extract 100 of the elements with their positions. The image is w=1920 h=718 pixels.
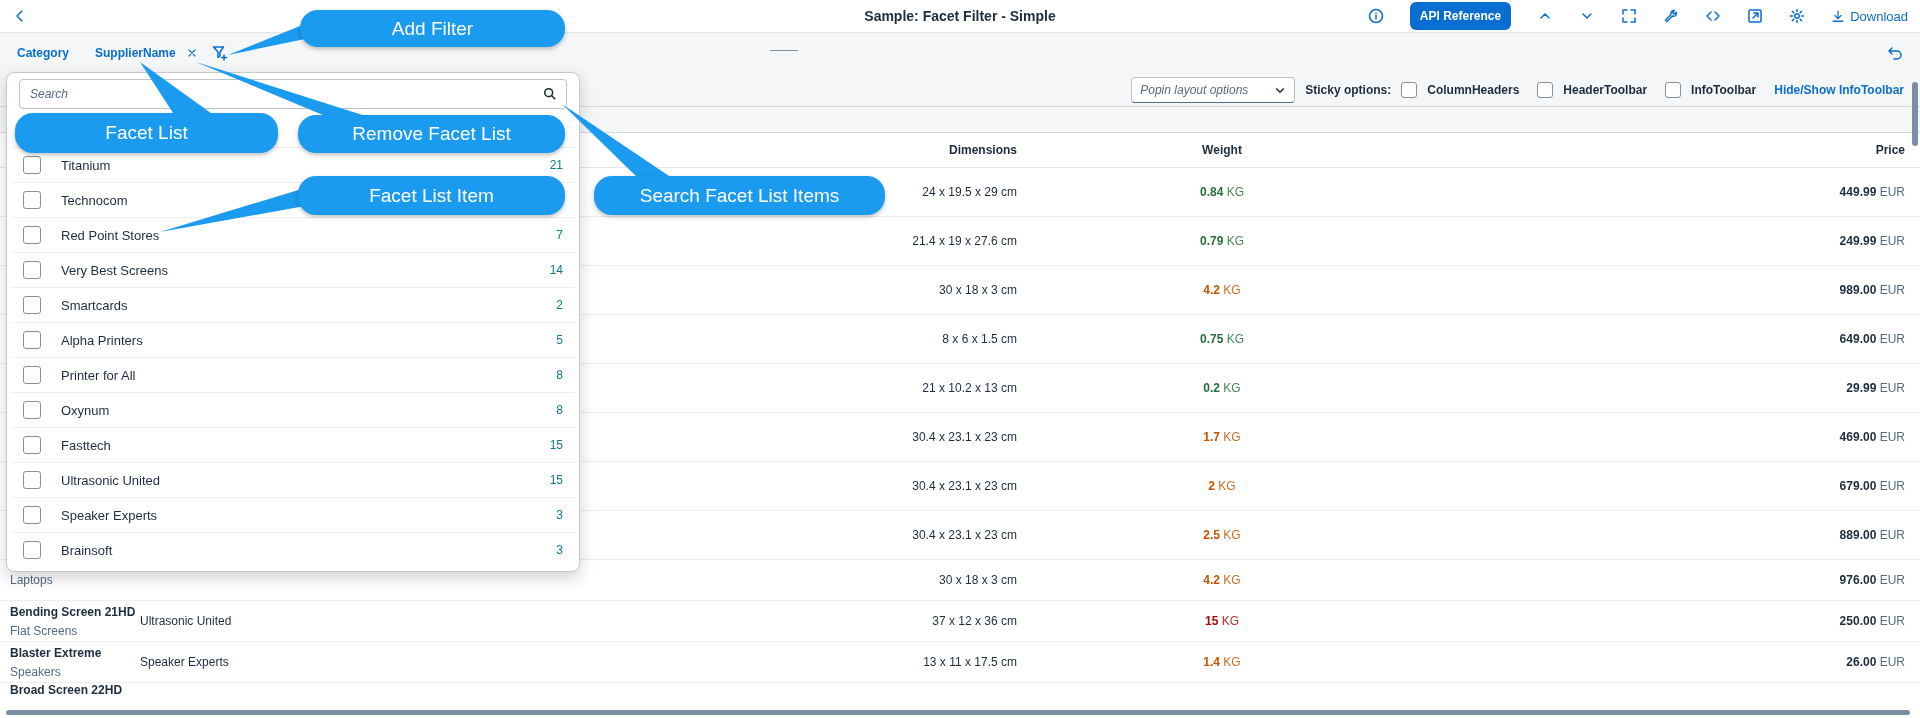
wrench-icon[interactable] [1663, 8, 1680, 24]
open-in-window-icon[interactable] [1747, 8, 1764, 24]
dimensions-cell: 30.4 x 23.1 x 23 cm [912, 430, 1017, 444]
search-field[interactable]: Search [19, 79, 567, 109]
facet-item-count: 8 [556, 403, 563, 417]
dimensions-cell: 30.4 x 23.1 x 23 cm [912, 528, 1017, 542]
price-cell: 469.00 EUR [1839, 430, 1905, 444]
product-category: Speakers [10, 664, 62, 679]
supplier-name: Speaker Experts [140, 655, 229, 669]
checkbox[interactable] [23, 401, 41, 419]
checkbox-label: InfoToolbar [1691, 82, 1757, 97]
callout: Search Facet List Items [594, 176, 885, 215]
checkbox[interactable] [23, 366, 41, 384]
dimensions-cell: 13 x 11 x 17.5 cm [923, 655, 1017, 669]
facet-item-count: 7 [556, 228, 563, 242]
price-cell: 249.99 EUR [1839, 234, 1905, 248]
vertical-scrollbar[interactable] [1912, 82, 1918, 146]
page-title: Sample: Facet Filter - Simple [864, 8, 1056, 24]
dimensions-cell: 30.4 x 23.1 x 23 cm [912, 479, 1017, 493]
facet-item-count: 15 [549, 473, 563, 487]
price-cell: 250.00 EUR [1839, 614, 1905, 628]
facet-item-label: Red Point Stores [61, 227, 160, 243]
dimensions-cell: 30 x 18 x 3 cm [938, 573, 1017, 587]
facet-item-count: 21 [549, 158, 563, 172]
checkbox[interactable] [23, 541, 41, 559]
info-icon[interactable] [1367, 8, 1384, 24]
facet-item-label: Brainsoft [61, 542, 113, 558]
weight-cell: 0.84 KG [1199, 185, 1244, 199]
weight-cell: 4.2 KG [1203, 283, 1241, 297]
product-category: Laptops [10, 573, 54, 587]
checkbox[interactable] [23, 261, 41, 279]
price-cell: 649.00 EUR [1839, 332, 1905, 346]
checkbox[interactable] [23, 471, 41, 489]
checkbox[interactable] [23, 191, 41, 209]
price-cell: 679.00 EUR [1839, 479, 1905, 493]
product-name: Bending Screen 21HD [10, 604, 137, 619]
hide-show-infotoolbar-link[interactable]: Hide/Show InfoToolbar [1774, 82, 1904, 97]
dimensions-cell: 37 x 12 x 36 cm [932, 614, 1017, 628]
checkbox[interactable] [23, 226, 41, 244]
weight-cell: 4.2 KG [1203, 573, 1241, 587]
supplier-name: Ultrasonic United [140, 614, 232, 628]
checkbox[interactable] [23, 506, 41, 524]
checkbox[interactable] [23, 331, 41, 349]
facet-item-count: 14 [549, 263, 563, 277]
facet-item-count: 8 [556, 368, 563, 382]
facet-item-label: Smartcards [61, 297, 128, 313]
add-filter-icon[interactable] [211, 45, 228, 61]
facet-item-label: Alpha Printers [61, 332, 143, 348]
weight-cell: 0.2 KG [1203, 381, 1241, 395]
checkbox[interactable] [1401, 81, 1418, 98]
facet-button[interactable]: Category [17, 46, 69, 60]
column-header: Dimensions [948, 143, 1017, 157]
facet-item-label: Oxynum [61, 402, 110, 418]
facet-item-label: Fasttech [61, 437, 111, 453]
weight-cell: 2 KG [1208, 479, 1236, 493]
facet-item-count: 15 [549, 438, 563, 452]
product-name: Blaster Extreme [10, 645, 103, 660]
horizontal-scrollbar[interactable] [6, 710, 1910, 715]
weight-cell: 0.75 KG [1199, 332, 1244, 346]
sticky-options-label: Sticky options: [1305, 82, 1392, 97]
facet-item-label: Ultrasonic United [61, 472, 160, 488]
column-header: Weight [1201, 143, 1243, 157]
price-cell: 889.00 EUR [1839, 528, 1905, 542]
search-icon[interactable] [543, 87, 557, 101]
weight-cell: 15 KG [1204, 614, 1239, 628]
undo-icon[interactable] [1887, 45, 1903, 61]
callout: Facet List Item [298, 176, 565, 215]
checkbox-label: ColumnHeaders [1427, 82, 1520, 97]
code-icon[interactable] [1705, 8, 1722, 24]
price-cell: 989.00 EUR [1839, 283, 1905, 297]
price-cell: 449.99 EUR [1839, 185, 1905, 199]
weight-cell: 1.7 KG [1203, 430, 1241, 444]
facet-item-label: Very Best Screens [61, 262, 168, 278]
callout: Remove Facet List [298, 115, 565, 153]
facet-item-label: Speaker Experts [61, 507, 158, 523]
download-button[interactable]: Download [1831, 8, 1908, 24]
popin-layout-select[interactable]: Popin layout options [1131, 76, 1296, 103]
dimensions-cell: 24 x 19.5 x 29 cm [922, 185, 1017, 199]
checkbox[interactable] [1665, 81, 1682, 98]
dimensions-cell: 8 x 6 x 1.5 cm [942, 332, 1017, 346]
download-icon [1831, 9, 1846, 23]
settings-icon[interactable] [1789, 8, 1806, 24]
facet-item-count: 3 [556, 508, 563, 522]
checkbox[interactable] [23, 436, 41, 454]
dimensions-cell: 30 x 18 x 3 cm [938, 283, 1017, 297]
fullscreen-icon[interactable] [1621, 8, 1638, 24]
api-reference-button[interactable]: API Reference [1409, 2, 1512, 30]
product-name: Broad Screen 22HD [10, 683, 124, 697]
facet-button[interactable]: SupplierName [95, 46, 176, 60]
price-cell: 26.00 EUR [1846, 655, 1905, 669]
price-cell: 29.99 EUR [1846, 381, 1905, 395]
weight-cell: 0.79 KG [1199, 234, 1244, 248]
checkbox[interactable] [1537, 81, 1554, 98]
checkbox[interactable] [23, 296, 41, 314]
price-cell: 976.00 EUR [1839, 573, 1905, 587]
facet-item-count: 2 [556, 298, 563, 312]
facet-item-count: 5 [556, 333, 563, 347]
checkbox[interactable] [23, 156, 41, 174]
product-category: Flat Screens [10, 623, 79, 638]
weight-cell: 1.4 KG [1203, 655, 1241, 669]
